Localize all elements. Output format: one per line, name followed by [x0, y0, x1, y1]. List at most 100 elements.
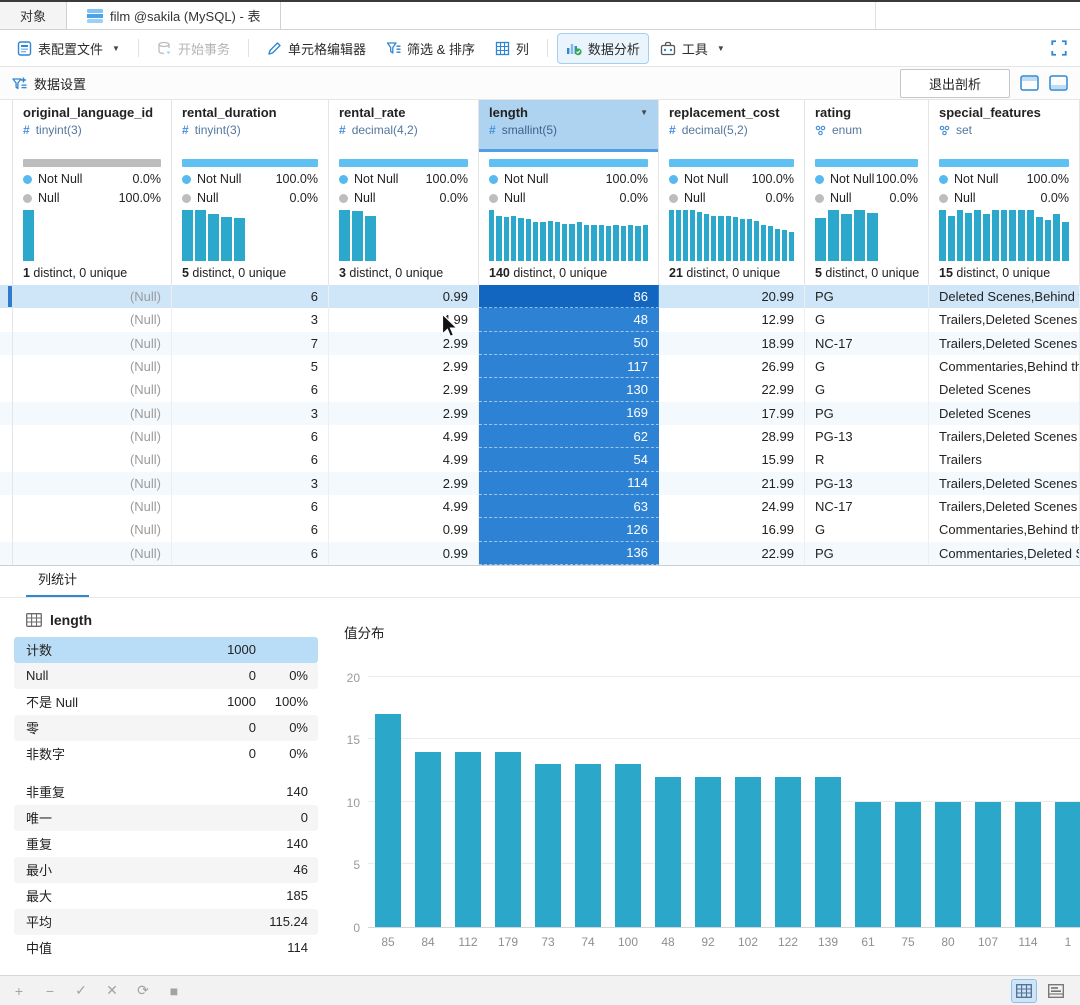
stat-row-0[interactable]: 计数1000 [14, 637, 318, 663]
cell[interactable]: 20.99 [659, 285, 805, 308]
chart-bar[interactable] [975, 802, 1001, 927]
chart-bar[interactable] [695, 777, 721, 927]
cell[interactable]: (Null) [13, 448, 172, 471]
chart-bar[interactable] [655, 777, 681, 927]
table-row[interactable]: (Null)72.995018.99NC-17Trailers,Deleted … [0, 332, 1080, 355]
cell[interactable]: 24.99 [659, 495, 805, 518]
cell[interactable]: 4.99 [329, 425, 479, 448]
column-stats-length[interactable]: Not Null100.0%Null0.0%140 distinct, 0 un… [479, 152, 659, 285]
table-row[interactable]: (Null)60.998620.99PGDeleted Scenes,Behin… [0, 285, 1080, 308]
table-row[interactable]: (Null)52.9911726.99GCommentaries,Behind … [0, 355, 1080, 378]
cell[interactable]: (Null) [13, 495, 172, 518]
table-row[interactable]: (Null)64.995415.99RTrailers [0, 448, 1080, 471]
cell-editor-button[interactable]: 单元格编辑器 [258, 33, 375, 64]
data-profiling-button[interactable]: 数据分析 [557, 33, 649, 64]
cell[interactable]: PG-13 [805, 472, 929, 495]
tab-column-statistics[interactable]: 列统计 [26, 564, 89, 597]
cell[interactable]: 7 [172, 332, 329, 355]
column-header-length[interactable]: length▼#smallint(5) [479, 100, 659, 152]
row-gutter[interactable] [0, 542, 13, 565]
cell[interactable]: 0.99 [329, 542, 479, 565]
delete-record-icon[interactable]: − [43, 983, 57, 999]
column-stats-rental_rate[interactable]: Not Null100.0%Null0.0%3 distinct, 0 uniq… [329, 152, 479, 285]
grid-view-button[interactable] [1012, 980, 1036, 1002]
chart-bar[interactable] [815, 777, 841, 927]
layout-top-panel-button[interactable] [1020, 75, 1039, 91]
cell[interactable]: 22.99 [659, 542, 805, 565]
chart-bar[interactable] [615, 764, 641, 927]
cell[interactable]: Trailers [929, 448, 1080, 471]
data-settings-button[interactable]: 数据设置 [12, 74, 86, 93]
cell[interactable]: G [805, 378, 929, 401]
cell[interactable]: Trailers,Deleted Scenes [929, 308, 1080, 331]
column-header-replacement_cost[interactable]: replacement_cost#decimal(5,2) [659, 100, 805, 152]
table-row[interactable]: (Null)64.996324.99NC-17Trailers,Deleted … [0, 495, 1080, 518]
cell[interactable]: 3 [172, 308, 329, 331]
row-gutter[interactable] [0, 285, 13, 308]
cell[interactable]: Trailers,Deleted Scenes [929, 495, 1080, 518]
add-record-icon[interactable]: + [12, 983, 26, 999]
stat-row-1[interactable]: Null00% [14, 663, 318, 689]
chart-bar[interactable] [455, 752, 481, 927]
cell[interactable]: 117 [479, 355, 659, 378]
cell[interactable]: G [805, 355, 929, 378]
cell[interactable]: 5 [172, 355, 329, 378]
cell[interactable]: Deleted Scenes [929, 378, 1080, 401]
cell[interactable]: 17.99 [659, 402, 805, 425]
row-gutter[interactable] [0, 308, 13, 331]
cell[interactable]: 4.99 [329, 495, 479, 518]
fullscreen-icon[interactable] [1050, 39, 1068, 57]
cell[interactable]: NC-17 [805, 332, 929, 355]
cell[interactable]: Trailers,Deleted Scenes [929, 332, 1080, 355]
exit-profiling-button[interactable]: 退出剖析 [900, 69, 1010, 98]
column-stats-rating[interactable]: Not Null100.0%Null0.0%5 distinct, 0 uniq… [805, 152, 929, 285]
cell[interactable]: Commentaries,Behind the [929, 355, 1080, 378]
cell[interactable]: PG-13 [805, 425, 929, 448]
cell[interactable]: (Null) [13, 518, 172, 541]
chart-bar[interactable] [775, 777, 801, 927]
cell[interactable]: 2.99 [329, 402, 479, 425]
cell[interactable]: 136 [479, 542, 659, 565]
cell[interactable]: 62 [479, 425, 659, 448]
row-gutter[interactable] [0, 402, 13, 425]
cell[interactable]: (Null) [13, 378, 172, 401]
table-profile-button[interactable]: 表配置文件 ▼ [8, 33, 129, 64]
stat-row-6[interactable]: 中值114 [14, 935, 318, 961]
cell[interactable]: 6 [172, 378, 329, 401]
cell[interactable]: Trailers,Deleted Scenes [929, 472, 1080, 495]
form-view-button[interactable] [1044, 980, 1068, 1002]
cell[interactable]: 0.99 [329, 285, 479, 308]
table-row[interactable]: (Null)32.9916917.99PGDeleted Scenes [0, 402, 1080, 425]
cell[interactable]: 2.99 [329, 472, 479, 495]
cell[interactable]: 6 [172, 448, 329, 471]
cell[interactable]: (Null) [13, 542, 172, 565]
cell[interactable]: 63 [479, 495, 659, 518]
chart-bar[interactable] [415, 752, 441, 927]
row-gutter[interactable] [0, 518, 13, 541]
stat-row-4[interactable]: 非数字00% [14, 741, 318, 767]
cell[interactable]: 28.99 [659, 425, 805, 448]
cell[interactable]: 48 [479, 308, 659, 331]
cell[interactable]: 4.99 [329, 308, 479, 331]
cell[interactable]: 2.99 [329, 332, 479, 355]
column-stats-special_features[interactable]: Not Null100.0%Null0.0%15 distinct, 0 uni… [929, 152, 1080, 285]
tab-film-table[interactable]: film @sakila (MySQL) - 表 [67, 2, 281, 29]
cell[interactable]: 18.99 [659, 332, 805, 355]
tools-button[interactable]: 工具 ▼ [651, 33, 734, 64]
cell[interactable]: G [805, 518, 929, 541]
chart-bar[interactable] [895, 802, 921, 927]
columns-button[interactable]: 列 [486, 33, 538, 64]
tab-objects[interactable]: 对象 [0, 2, 67, 29]
cell[interactable]: Deleted Scenes,Behind the [929, 285, 1080, 308]
row-gutter[interactable] [0, 495, 13, 518]
table-row[interactable]: (Null)32.9911421.99PG-13Trailers,Deleted… [0, 472, 1080, 495]
cell[interactable]: 22.99 [659, 378, 805, 401]
stat-row-3[interactable]: 最小46 [14, 857, 318, 883]
cell[interactable]: Deleted Scenes [929, 402, 1080, 425]
cell[interactable]: (Null) [13, 332, 172, 355]
cell[interactable]: 54 [479, 448, 659, 471]
cell[interactable]: 114 [479, 472, 659, 495]
column-header-special_features[interactable]: special_featuresset [929, 100, 1080, 152]
cell[interactable]: 3 [172, 472, 329, 495]
cell[interactable]: (Null) [13, 308, 172, 331]
